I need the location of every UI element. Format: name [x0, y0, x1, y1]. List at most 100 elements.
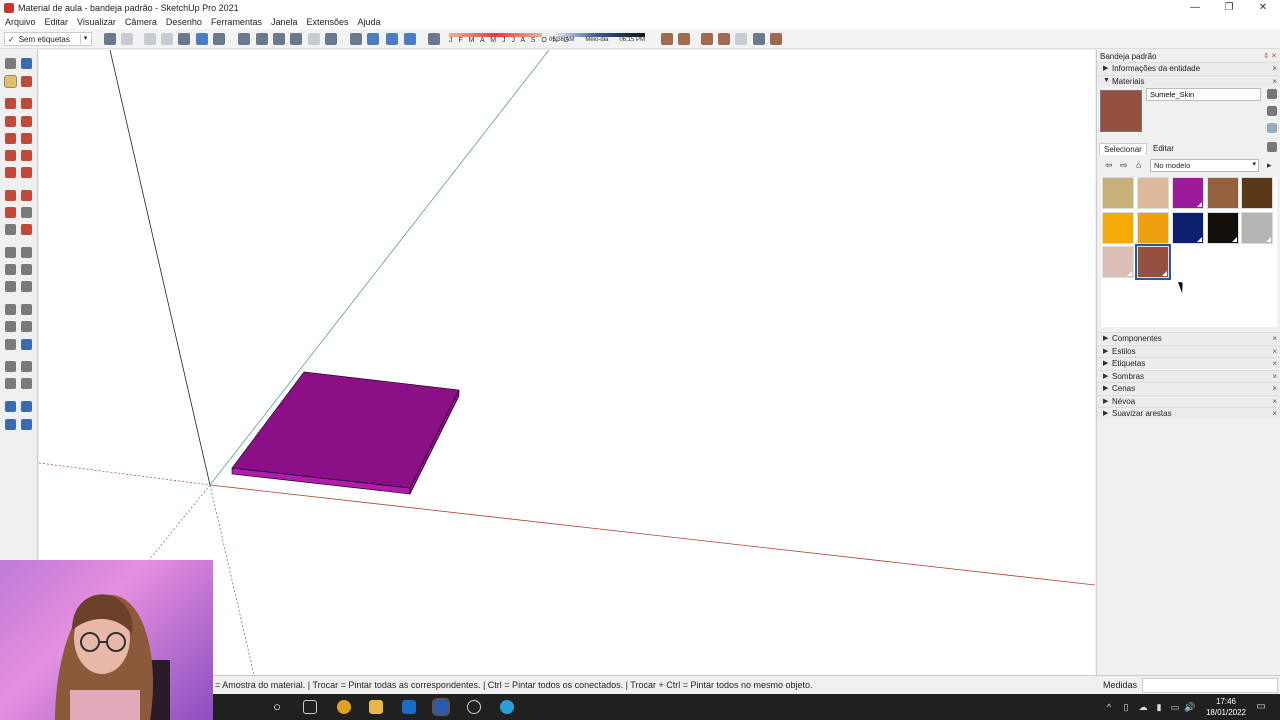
textured-style-icon[interactable] — [213, 33, 225, 45]
eyedropper-icon[interactable] — [1267, 142, 1277, 152]
zoom-extents-icon[interactable] — [5, 339, 16, 350]
move-tool-icon[interactable] — [5, 190, 16, 201]
3d-text-icon[interactable] — [21, 281, 32, 292]
file-explorer-icon[interactable] — [369, 700, 383, 714]
obs-icon[interactable] — [467, 700, 481, 714]
hidden-line-style-icon[interactable] — [178, 33, 190, 45]
push-pull-icon[interactable] — [21, 190, 32, 201]
search-icon[interactable]: ○ — [270, 700, 284, 714]
arc-tool-icon[interactable] — [5, 150, 16, 161]
panel-scenes[interactable]: ▶ Cenas × — [1097, 382, 1280, 394]
panel-shadows[interactable]: ▶ Sombras × — [1097, 370, 1280, 382]
look-around-icon[interactable] — [21, 361, 32, 372]
menu-ajuda[interactable]: Ajuda — [358, 17, 381, 27]
tray-pin-close[interactable]: ⇕ ✕ — [1263, 52, 1277, 60]
close-icon[interactable]: × — [1272, 347, 1277, 356]
panel-soften-edges[interactable]: ▶ Suavizar arestas × — [1097, 407, 1280, 419]
close-icon[interactable]: × — [1272, 334, 1277, 343]
rotated-rectangle-icon[interactable] — [21, 116, 32, 127]
material-swatch[interactable] — [1102, 177, 1134, 209]
scale-tool-icon[interactable] — [5, 224, 16, 235]
add-detail-icon[interactable] — [753, 33, 765, 45]
two-point-arc-icon[interactable] — [21, 150, 32, 161]
panel-materials[interactable]: ▼ Materiais × — [1097, 75, 1280, 87]
layout-icon[interactable] — [5, 419, 16, 430]
material-swatch[interactable] — [1207, 177, 1239, 209]
extension-manager-icon[interactable] — [21, 419, 32, 430]
notification-icon[interactable]: ▭ — [1256, 702, 1266, 712]
material-name-field[interactable] — [1146, 88, 1261, 101]
axes-icon[interactable] — [350, 33, 362, 45]
tray-top-face[interactable] — [231, 371, 460, 489]
details-arrow-icon[interactable]: ▸ — [1267, 160, 1272, 171]
close-icon[interactable]: × — [1272, 372, 1277, 381]
zoom-window-icon[interactable] — [21, 321, 32, 332]
default-material-icon[interactable] — [1267, 106, 1277, 116]
protractor-icon[interactable] — [5, 264, 16, 275]
material-swatch-selected[interactable] — [1135, 244, 1171, 280]
section-plane-icon[interactable] — [367, 33, 379, 45]
top-view-icon[interactable] — [256, 33, 268, 45]
dimension-tool-icon[interactable] — [21, 247, 32, 258]
flip-edge-icon[interactable] — [770, 33, 782, 45]
section-plane-tool-icon[interactable] — [21, 378, 32, 389]
edge-icon[interactable] — [500, 700, 514, 714]
xray-style-icon[interactable] — [144, 33, 156, 45]
close-icon[interactable]: × — [1272, 397, 1277, 406]
home-icon[interactable]: ⌂ — [1136, 160, 1141, 170]
volume-icon[interactable]: 🔊 — [1184, 702, 1195, 712]
stamp-icon[interactable] — [718, 33, 730, 45]
measurements-input[interactable] — [1142, 678, 1278, 693]
pie-tool-icon[interactable] — [21, 167, 32, 178]
drape-icon[interactable] — [735, 33, 747, 45]
tray-device-icon[interactable]: ▯ — [1121, 702, 1131, 712]
sandbox-contours-icon[interactable] — [661, 33, 673, 45]
sketchup-taskbar-icon[interactable] — [432, 698, 450, 716]
shaded-style-icon[interactable] — [196, 33, 208, 45]
rotate-tool-icon[interactable] — [5, 207, 16, 218]
library-dropdown[interactable]: No modelo ▾ — [1150, 159, 1259, 172]
shadow-month-slider[interactable]: J F M A M J J A S O N D — [449, 33, 569, 45]
offset-tool-icon[interactable] — [21, 224, 32, 235]
view-top-icon[interactable] — [121, 33, 133, 45]
color-paint-icon[interactable] — [1267, 123, 1277, 133]
front-view-icon[interactable] — [273, 33, 285, 45]
tab-select[interactable]: Selecionar — [1099, 143, 1147, 155]
material-swatch[interactable] — [1102, 212, 1134, 244]
close-icon[interactable]: × — [1272, 409, 1277, 418]
mail-icon[interactable] — [402, 700, 416, 714]
forward-arrow-icon[interactable]: ⇨ — [1120, 160, 1128, 171]
position-camera-icon[interactable] — [5, 361, 16, 372]
task-view-icon[interactable] — [303, 700, 317, 714]
network-icon[interactable]: ▭ — [1170, 702, 1180, 712]
shadow-time-slider[interactable]: 05:36 AM Meio-dia 06:15 PM — [549, 33, 645, 45]
menu-arquivo[interactable]: Arquivo — [5, 17, 36, 27]
taskbar-clock[interactable]: 17:46 18/01/2022 — [1201, 696, 1251, 718]
material-swatch[interactable] — [1241, 212, 1273, 244]
line-tool-icon[interactable] — [5, 98, 16, 109]
menu-visualizar[interactable]: Visualizar — [77, 17, 116, 27]
rectangle-tool-icon[interactable] — [5, 116, 16, 127]
close-icon[interactable]: × — [1272, 77, 1277, 86]
menu-desenho[interactable]: Desenho — [166, 17, 202, 27]
orbit-tool-icon[interactable] — [5, 304, 16, 315]
close-icon[interactable]: × — [1272, 384, 1277, 393]
iso-view-icon[interactable] — [238, 33, 250, 45]
panel-components[interactable]: ▶ Componentes × — [1097, 332, 1280, 344]
material-swatch[interactable] — [1172, 212, 1204, 244]
chrome-icon[interactable] — [337, 700, 351, 714]
menu-janela[interactable]: Janela — [271, 17, 298, 27]
close-button[interactable]: ✕ — [1246, 0, 1280, 15]
tags-dropdown[interactable]: ✓ Sem etiquetas ▾ — [4, 32, 92, 46]
menu-ferramentas[interactable]: Ferramentas — [211, 17, 262, 27]
tray-chevron-up-icon[interactable]: ^ — [1104, 702, 1114, 712]
wireframe-style-icon[interactable] — [161, 33, 173, 45]
sandbox-scratch-icon[interactable] — [678, 33, 690, 45]
select-tool-icon[interactable] — [5, 58, 16, 69]
create-material-icon[interactable] — [1267, 89, 1277, 99]
material-swatch[interactable] — [1207, 212, 1239, 244]
text-tool-icon[interactable] — [21, 264, 32, 275]
back-view-icon[interactable] — [308, 33, 320, 45]
freehand-tool-icon[interactable] — [21, 98, 32, 109]
circle-tool-icon[interactable] — [5, 133, 16, 144]
